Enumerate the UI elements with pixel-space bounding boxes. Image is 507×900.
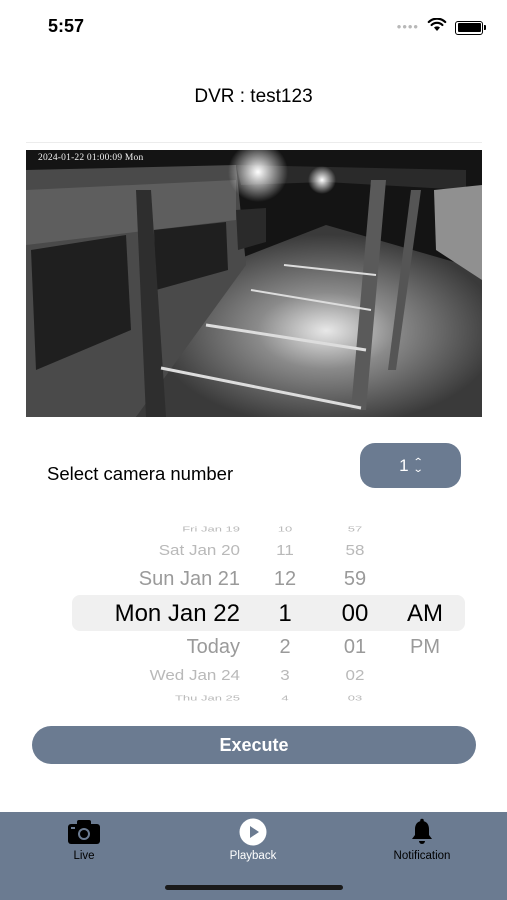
- status-time: 5:57: [48, 16, 85, 36]
- camera-number-label: Select camera number: [47, 463, 234, 484]
- picker-date: Wed Jan 24: [149, 667, 240, 684]
- camera-timestamp: 2024-01-22 01:00:09 Mon: [38, 153, 144, 163]
- picker-row[interactable]: Thu Jan 25 4 03: [70, 694, 470, 710]
- picker-date: Fri Jan 19: [182, 524, 240, 533]
- wifi-icon: [427, 17, 447, 37]
- camera-icon: [24, 818, 144, 846]
- picker-date: Mon Jan 22: [114, 600, 240, 627]
- bell-icon: [362, 818, 482, 846]
- picker-minute: 57: [347, 524, 363, 533]
- picker-hour: 12: [273, 568, 297, 590]
- picker-hour: 2: [279, 636, 291, 658]
- chevron-up-down-icon: ⌃ ⌄: [412, 456, 424, 475]
- picker-hour: 3: [280, 667, 290, 684]
- camera-feed[interactable]: 2024-01-22 01:00:09 Mon: [26, 150, 482, 417]
- camera-scene: [26, 150, 482, 417]
- picker-minute: 00: [341, 600, 369, 627]
- header-divider: [26, 142, 482, 143]
- date-time-picker[interactable]: Fri Jan 19 10 57 Sat Jan 20 11 58 Sun Ja…: [70, 514, 470, 710]
- status-icons: ••••: [396, 17, 486, 37]
- picker-date: Sat Jan 20: [158, 542, 240, 559]
- play-icon: [193, 818, 313, 846]
- picker-row[interactable]: Wed Jan 24 3 02: [70, 667, 470, 693]
- picker-row[interactable]: Fri Jan 19 10 57: [70, 525, 470, 542]
- battery-icon: [455, 20, 486, 35]
- picker-hour: 1: [278, 600, 292, 627]
- tab-live-label: Live: [73, 850, 95, 862]
- camera-number-value: 1: [399, 455, 409, 475]
- picker-date: Today: [186, 636, 240, 658]
- tab-playback[interactable]: Playback: [193, 818, 313, 862]
- picker-row-selected[interactable]: Mon Jan 22 1 00 AM: [70, 600, 470, 630]
- picker-hour: 4: [281, 693, 289, 702]
- picker-date: Sun Jan 21: [138, 568, 240, 590]
- picker-minute: 02: [345, 667, 365, 684]
- picker-minute: 03: [347, 693, 363, 702]
- picker-minute: 01: [343, 636, 367, 658]
- page-title: DVR : test123: [194, 86, 313, 107]
- status-bar: 5:57 ••••: [0, 0, 507, 54]
- picker-hour: 10: [277, 524, 293, 533]
- tab-live[interactable]: Live: [24, 818, 144, 862]
- picker-row[interactable]: Sun Jan 21 12 59: [70, 568, 470, 598]
- tab-playback-label: Playback: [229, 850, 277, 862]
- picker-row[interactable]: Today 2 01 PM: [70, 636, 470, 666]
- cellular-dots-icon: ••••: [396, 19, 419, 34]
- home-indicator: [165, 885, 343, 890]
- picker-ampm: PM: [410, 636, 440, 658]
- picker-minute: 59: [343, 568, 367, 590]
- picker-date: Thu Jan 25: [174, 693, 240, 702]
- tab-notification[interactable]: Notification: [362, 818, 482, 862]
- picker-hour: 11: [276, 542, 294, 559]
- picker-minute: 58: [345, 542, 365, 559]
- picker-ampm: AM: [407, 600, 443, 627]
- picker-row[interactable]: Sat Jan 20 11 58: [70, 542, 470, 568]
- execute-button[interactable]: Execute: [32, 726, 476, 764]
- camera-number-select[interactable]: 1 ⌃ ⌄: [360, 443, 461, 488]
- tab-notification-label: Notification: [393, 850, 451, 862]
